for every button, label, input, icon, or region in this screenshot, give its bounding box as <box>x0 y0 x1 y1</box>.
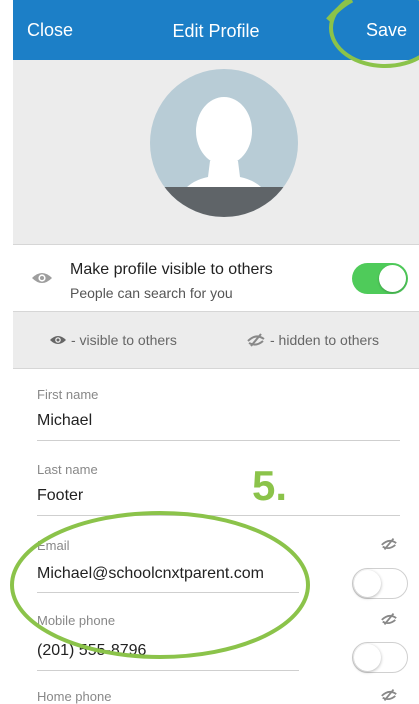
legend-hidden: - hidden to others <box>246 332 379 348</box>
last-name-label: Last name <box>37 462 98 477</box>
home-phone-label: Home phone <box>37 689 112 704</box>
email-input[interactable]: Michael@schoolcnxtparent.com <box>37 565 264 583</box>
eye-slash-icon <box>381 689 397 701</box>
eye-icon <box>50 336 66 344</box>
profile-form: First name Michael Last name Footer Emai… <box>13 369 419 704</box>
phone-screen: Close Edit Profile Save Make profile vis… <box>13 0 419 704</box>
pencil-icon[interactable] <box>150 187 170 207</box>
eye-slash-icon <box>381 613 397 625</box>
visibility-setting: Make profile visible to others People ca… <box>13 245 419 311</box>
visibility-subtitle: People can search for you <box>70 285 233 301</box>
step-number: 5. <box>252 462 288 509</box>
avatar[interactable] <box>150 69 298 217</box>
eye-icon <box>32 273 52 283</box>
toggle-knob <box>354 644 381 671</box>
toggle-knob <box>379 265 406 292</box>
page-title: Edit Profile <box>172 21 260 41</box>
toggle-knob <box>354 570 381 597</box>
field-underline <box>37 515 400 516</box>
legend-hidden-text: - hidden to others <box>270 332 379 348</box>
field-underline <box>37 592 299 593</box>
email-visibility-toggle[interactable] <box>352 568 408 599</box>
nav-bar: Close Edit Profile Save <box>13 0 419 60</box>
eye-slash-icon <box>381 538 397 550</box>
avatar-edit-band[interactable] <box>150 187 298 217</box>
mobile-phone-label: Mobile phone <box>37 613 116 628</box>
save-button[interactable]: Save <box>366 20 407 41</box>
legend-visible: - visible to others <box>49 332 177 348</box>
last-name-input[interactable]: Footer <box>37 487 83 505</box>
first-name-label: First name <box>37 387 99 402</box>
field-underline <box>37 670 299 671</box>
legend-visible-text: - visible to others <box>71 332 177 348</box>
email-label: Email <box>37 538 70 553</box>
visibility-toggle[interactable] <box>352 263 408 294</box>
avatar-section <box>13 60 419 244</box>
first-name-input[interactable]: Michael <box>37 412 92 430</box>
mobile-phone-input[interactable]: (201) 555-8796 <box>37 642 146 660</box>
eye-slash-icon <box>247 333 265 347</box>
mobile-visibility-toggle[interactable] <box>352 642 408 673</box>
field-underline <box>37 440 400 441</box>
visibility-title: Make profile visible to others <box>70 261 273 278</box>
visibility-legend: - visible to others - hidden to others <box>13 312 419 368</box>
